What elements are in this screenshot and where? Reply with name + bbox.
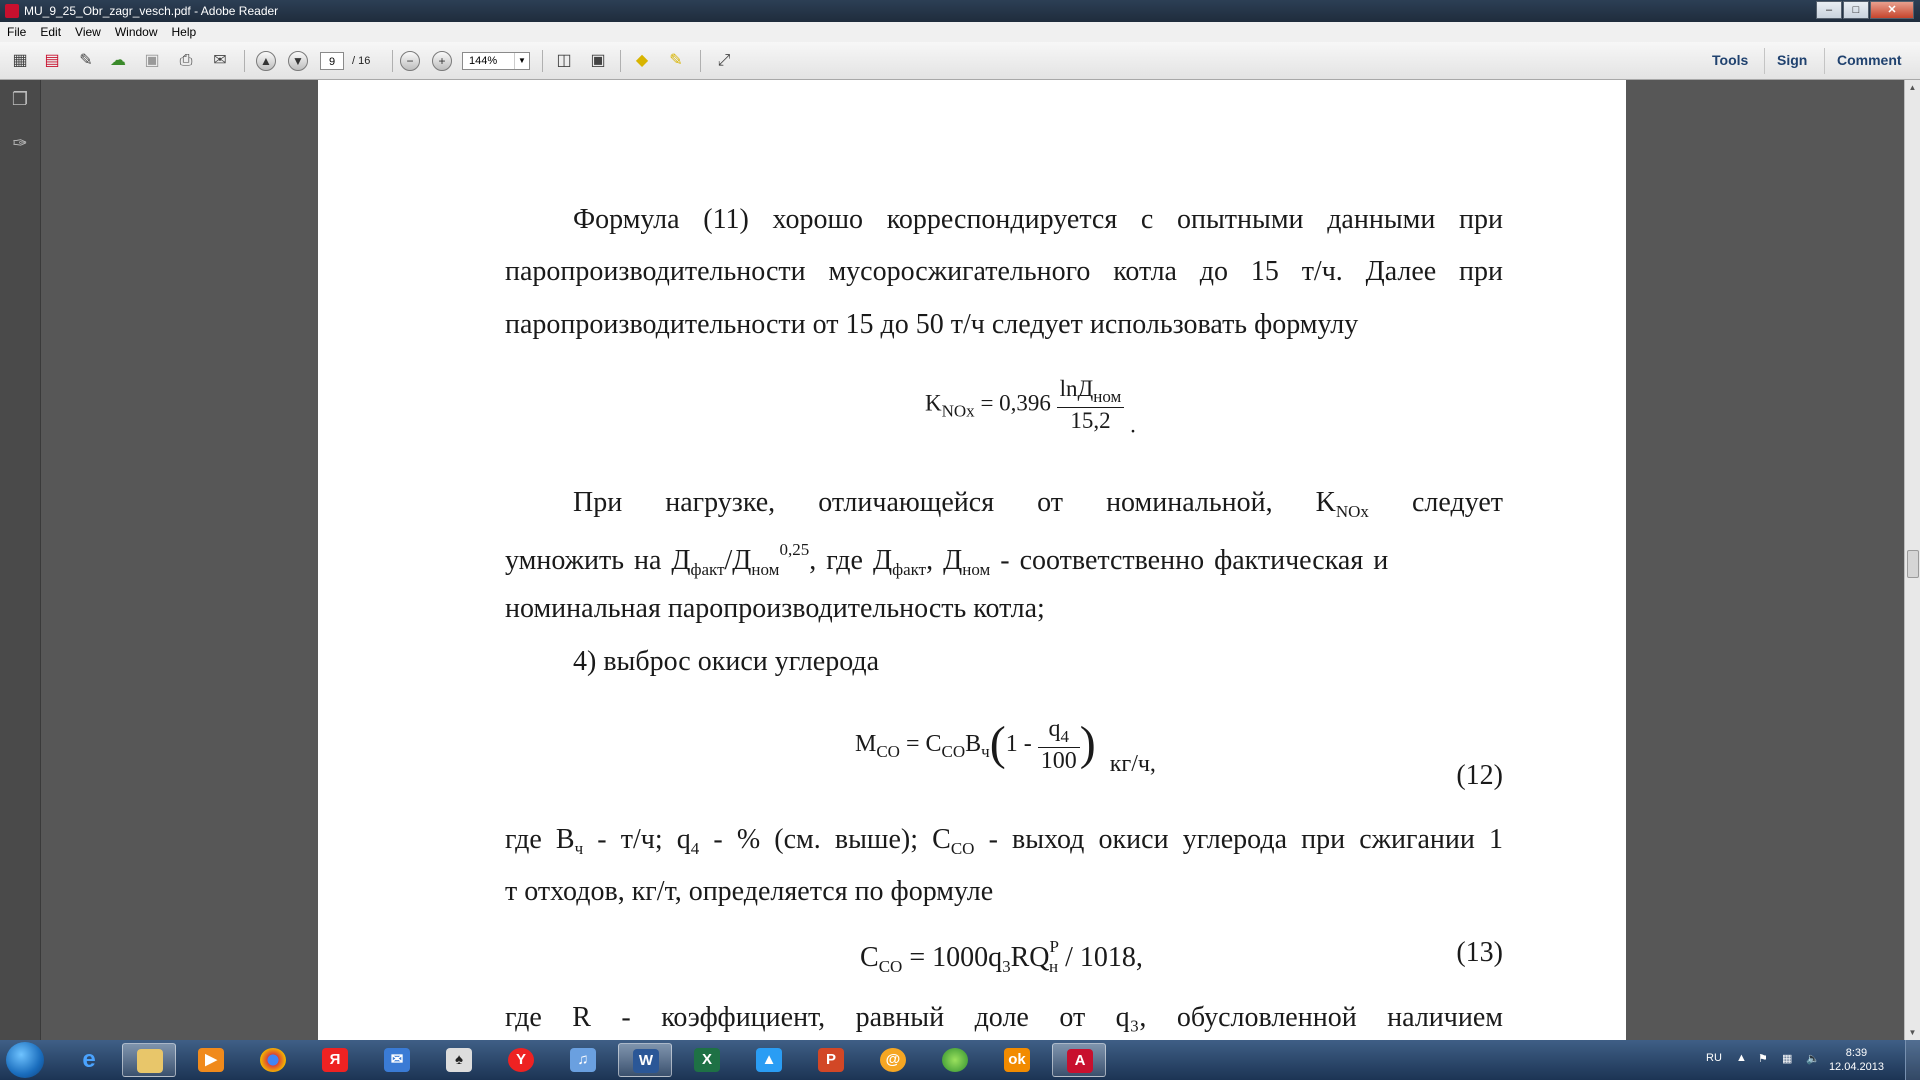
create-pdf-icon[interactable]: ▦: [8, 50, 32, 72]
explorer-folder-icon[interactable]: [122, 1043, 176, 1077]
maps-app-icon[interactable]: ▲: [742, 1043, 796, 1077]
presentation-icon[interactable]: P: [804, 1043, 858, 1077]
comment-button[interactable]: Comment: [1837, 52, 1902, 68]
menu-view[interactable]: View: [68, 22, 108, 39]
menu-help[interactable]: Help: [165, 22, 204, 39]
network-icon[interactable]: ▦: [1782, 1052, 1792, 1065]
menu-edit[interactable]: Edit: [33, 22, 68, 39]
paragraph-line: номинальная паропроизводительность котла…: [505, 593, 1045, 624]
media-player-icon[interactable]: ▶: [184, 1043, 238, 1077]
zoom-in-icon[interactable]: +: [432, 51, 452, 71]
paragraph-line: где R - коэффициент, равный доле от q₃, …: [505, 1002, 1503, 1033]
chrome-icon[interactable]: [246, 1043, 300, 1077]
show-desktop-button[interactable]: [1905, 1040, 1920, 1080]
zoom-value: 144%: [469, 55, 498, 67]
action-center-icon[interactable]: ⚑: [1758, 1052, 1768, 1065]
cloud-upload-icon[interactable]: ☁: [106, 50, 130, 72]
paragraph-line: т отходов, кг/т, определяется по формуле: [505, 876, 994, 907]
equation-number-12: (12): [1456, 760, 1503, 791]
export-pdf-icon[interactable]: ▤: [40, 50, 64, 72]
internet-explorer-icon[interactable]: e: [62, 1043, 116, 1077]
title-bar: MU_9_25_Obr_zagr_vesch.pdf - Adobe Reade…: [0, 0, 1920, 22]
maximize-button[interactable]: □: [1843, 1, 1869, 19]
menu-bar: File Edit View Window Help: [0, 22, 1920, 42]
volume-app-icon[interactable]: ♫: [556, 1043, 610, 1077]
clock[interactable]: 8:39 12.04.2013: [1829, 1046, 1884, 1074]
menu-file[interactable]: File: [0, 22, 33, 39]
equation-number-13: (13): [1456, 937, 1503, 968]
save-icon[interactable]: ▣: [140, 50, 164, 72]
close-button[interactable]: ✕: [1870, 1, 1914, 19]
next-page-icon[interactable]: ▼: [288, 51, 308, 71]
yandex-browser-icon[interactable]: Я: [308, 1043, 362, 1077]
scroll-up-icon[interactable]: ▲: [1905, 80, 1920, 95]
page-thumbnails-icon[interactable]: ❐: [9, 88, 31, 110]
formula-13: CCO = 1000q3RQPн / 1018,: [860, 937, 1143, 976]
tray-expand-icon[interactable]: ▲: [1736, 1052, 1747, 1064]
globe-app-icon[interactable]: [928, 1043, 982, 1077]
paragraph-line: Формула (11) хорошо корреспондируется с …: [573, 204, 1503, 235]
page-total: / 16: [352, 55, 371, 67]
toolbar: ▦ ▤ ✎ ☁ ▣ ⎙ ✉ ▲ ▼ 9 / 16 − + 144% ▼ ◫ ▣ …: [0, 42, 1920, 80]
paragraph-line: где Bч - т/ч; q4 - % (см. выше); CCO - в…: [505, 824, 1503, 858]
full-screen-icon[interactable]: ⤢: [712, 50, 736, 72]
zoom-select[interactable]: 144% ▼: [462, 52, 530, 70]
clock-date: 12.04.2013: [1828, 1061, 1884, 1073]
sticky-note-icon[interactable]: ◆: [630, 50, 654, 72]
paragraph-line: умножить на Дфакт/Дном0,25, где Дфакт, Д…: [505, 540, 1389, 579]
navigation-panel: ❐ ✑: [0, 80, 41, 1040]
highlight-icon[interactable]: ✎: [664, 50, 688, 72]
sign-button[interactable]: Sign: [1777, 52, 1807, 68]
word-icon[interactable]: W: [618, 1043, 672, 1077]
attachments-icon[interactable]: ✑: [9, 132, 31, 154]
formula-knox: KNOx = 0,396 lnДном 15,2 .: [925, 376, 1136, 438]
volume-icon[interactable]: 🔈: [1806, 1052, 1820, 1065]
taskbar: e ▶ Я ✉ ♠ Y ♫ W X ▲ P @ ok A RU ▲ ⚑ ▦ 🔈 …: [0, 1040, 1920, 1080]
paragraph-line: паропроизводительности мусоросжигательно…: [505, 256, 1503, 287]
fit-page-icon[interactable]: ◫: [552, 50, 576, 72]
formula-12: MCO = CCOBч(1 - q4 100) кг/ч,: [855, 716, 1156, 778]
list-item: 4) выброс окиси углерода: [573, 646, 880, 677]
clock-time: 8:39: [1845, 1047, 1868, 1059]
excel-icon[interactable]: X: [680, 1043, 734, 1077]
vertical-scrollbar[interactable]: ▲ ▼: [1904, 80, 1920, 1040]
scrollbar-thumb[interactable]: [1907, 550, 1919, 578]
adobe-reader-taskbar-icon[interactable]: A: [1052, 1043, 1106, 1077]
paragraph-line: паропроизводительности от 15 до 50 т/ч с…: [505, 309, 1359, 340]
window-title: MU_9_25_Obr_zagr_vesch.pdf - Adobe Reade…: [24, 4, 279, 18]
document-page: Формула (11) хорошо корреспондируется с …: [318, 80, 1626, 1040]
tools-button[interactable]: Tools: [1712, 52, 1748, 68]
fit-width-icon[interactable]: ▣: [586, 50, 610, 72]
start-button[interactable]: [6, 1042, 44, 1078]
scroll-down-icon[interactable]: ▼: [1905, 1025, 1920, 1040]
mail-icon[interactable]: ✉: [370, 1043, 424, 1077]
email-icon[interactable]: ✉: [208, 50, 232, 72]
yandex-icon[interactable]: Y: [494, 1043, 548, 1077]
previous-page-icon[interactable]: ▲: [256, 51, 276, 71]
page-number-input[interactable]: 9: [320, 52, 344, 70]
print-icon[interactable]: ⎙: [174, 50, 198, 72]
odnoklassniki-icon[interactable]: ok: [990, 1043, 1044, 1077]
zoom-out-icon[interactable]: −: [400, 51, 420, 71]
language-indicator[interactable]: RU: [1706, 1052, 1722, 1064]
edit-pdf-icon[interactable]: ✎: [74, 50, 98, 72]
solitaire-icon[interactable]: ♠: [432, 1043, 486, 1077]
mail-agent-icon[interactable]: @: [866, 1043, 920, 1077]
menu-window[interactable]: Window: [108, 22, 165, 39]
paragraph-line: При нагрузке, отличающейся от номинально…: [573, 487, 1503, 521]
adobe-reader-icon: [5, 4, 19, 18]
minimize-button[interactable]: –: [1816, 1, 1842, 19]
chevron-down-icon[interactable]: ▼: [514, 53, 529, 69]
